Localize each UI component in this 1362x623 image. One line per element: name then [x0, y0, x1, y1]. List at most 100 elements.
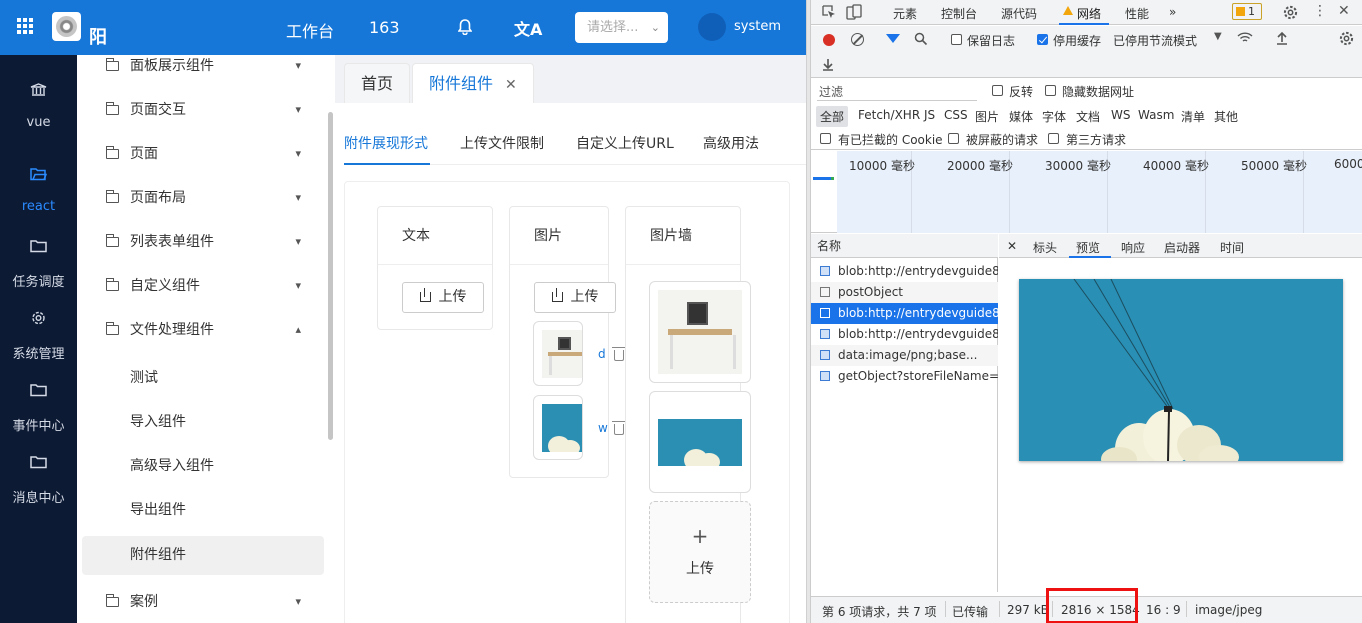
type-manifest[interactable]: 清单	[1181, 108, 1205, 125]
username[interactable]: system	[734, 19, 781, 34]
type-css[interactable]: CSS	[944, 108, 968, 122]
network-overview-timeline[interactable]: 10000 毫秒 20000 毫秒 30000 毫秒 40000 毫秒 5000…	[811, 151, 1362, 233]
delete-icon[interactable]	[612, 347, 625, 361]
settings-gear-icon[interactable]	[1283, 5, 1298, 20]
nav-item-task-scheduling[interactable]: 任务调度	[0, 225, 77, 295]
request-row[interactable]: blob:http://entrydevguide8...	[811, 324, 998, 345]
inspect-icon[interactable]	[822, 5, 836, 19]
image-thumbnail[interactable]	[533, 395, 583, 460]
avatar[interactable]	[698, 13, 726, 41]
wall-thumbnail[interactable]	[649, 391, 751, 493]
network-settings-icon[interactable]	[1339, 31, 1354, 46]
file-name-link[interactable]: d	[598, 347, 606, 361]
disable-cache-checkbox[interactable]	[1037, 34, 1048, 45]
request-row-selected[interactable]: blob:http://entrydevguide8...	[811, 303, 998, 324]
detail-tab-initiator[interactable]: 启动器	[1164, 239, 1200, 256]
file-name-link[interactable]: w	[598, 421, 608, 435]
devtools-tab-sources[interactable]: 源代码	[1001, 5, 1037, 22]
submenu-page-layout[interactable]: 页面布局 ▾	[82, 180, 324, 216]
type-doc[interactable]: 文档	[1076, 108, 1100, 125]
language-select[interactable]: 请选择... ⌄	[575, 12, 668, 43]
search-icon[interactable]	[914, 32, 928, 46]
detail-tab-timing[interactable]: 时间	[1220, 239, 1244, 256]
close-icon[interactable]: ✕	[505, 77, 517, 93]
request-row[interactable]: data:image/png;base...	[811, 345, 998, 366]
invert-checkbox[interactable]	[992, 85, 1003, 96]
filter-icon[interactable]	[886, 34, 900, 43]
filter-input[interactable]: 过滤	[817, 82, 977, 101]
nav-item-vue[interactable]: vue	[0, 69, 77, 139]
submenu-list-form[interactable]: 列表表单组件 ▾	[82, 224, 324, 260]
submenu-cases[interactable]: 案例 ▾	[82, 584, 324, 620]
submenu-custom[interactable]: 自定义组件 ▾	[82, 268, 324, 304]
submenu-file-processing[interactable]: 文件处理组件 ▴	[82, 312, 324, 348]
export-har-icon[interactable]	[822, 57, 834, 71]
tab-home[interactable]: 首页	[344, 63, 411, 103]
submenu-test[interactable]: 测试	[82, 360, 324, 396]
detail-tab-response[interactable]: 响应	[1121, 239, 1145, 256]
nav-item-message-center[interactable]: 消息中心	[0, 441, 77, 511]
type-wasm[interactable]: Wasm	[1138, 108, 1174, 122]
column-header-name[interactable]: 名称	[811, 234, 998, 258]
type-media[interactable]: 媒体	[1009, 108, 1033, 125]
upload-button[interactable]: 上传	[534, 282, 616, 313]
workbench-link[interactable]: 工作台	[286, 18, 334, 42]
count-link[interactable]: 163	[369, 18, 400, 37]
close-devtools-icon[interactable]: ✕	[1338, 3, 1350, 19]
preserve-log-checkbox[interactable]	[951, 34, 962, 45]
bell-icon[interactable]	[458, 19, 472, 35]
third-party-checkbox[interactable]	[1048, 133, 1059, 144]
type-all[interactable]: 全部	[816, 106, 849, 127]
delete-icon[interactable]	[612, 421, 625, 435]
translate-icon[interactable]: 文A	[514, 16, 542, 40]
type-fetch-xhr[interactable]: Fetch/XHR	[858, 108, 920, 122]
issues-badge[interactable]: 1	[1232, 3, 1262, 20]
detail-tab-preview[interactable]: 预览	[1076, 239, 1100, 256]
import-har-icon[interactable]	[1276, 31, 1288, 45]
tab-upload-limits[interactable]: 上传文件限制	[460, 133, 544, 153]
type-font[interactable]: 字体	[1042, 108, 1066, 125]
tab-advanced[interactable]: 高级用法	[703, 133, 759, 153]
more-tabs-button[interactable]: »	[1169, 5, 1176, 19]
wall-thumbnail[interactable]	[649, 281, 751, 383]
submenu-scrollbar[interactable]	[328, 112, 333, 440]
submenu-import[interactable]: 导入组件	[82, 404, 324, 440]
close-detail-icon[interactable]: ✕	[1007, 239, 1017, 253]
submenu-export[interactable]: 导出组件	[82, 492, 324, 528]
throttle-select[interactable]: 已停用节流模式	[1113, 32, 1197, 49]
tab-custom-url[interactable]: 自定义上传URL	[576, 133, 674, 153]
kebab-menu-icon[interactable]: ⋮	[1313, 3, 1327, 19]
devtools-tab-elements[interactable]: 元素	[893, 5, 917, 22]
submenu-attachment[interactable]: 附件组件	[82, 536, 324, 575]
device-toggle-icon[interactable]	[846, 4, 862, 20]
nav-item-react[interactable]: react	[0, 153, 77, 223]
tab-display-mode[interactable]: 附件展现形式	[344, 133, 428, 153]
type-img[interactable]: 图片	[975, 108, 999, 125]
apps-grid-icon[interactable]	[17, 18, 33, 34]
submenu-panel-display[interactable]: 面板展示组件 ▾	[82, 55, 324, 84]
submenu-page-interaction[interactable]: 页面交互 ▾	[82, 92, 324, 128]
submenu-page[interactable]: 页面 ▾	[82, 136, 324, 172]
clear-icon[interactable]	[851, 33, 864, 46]
type-ws[interactable]: WS	[1111, 108, 1130, 122]
request-row[interactable]: blob:http://entrydevguide8...	[811, 261, 998, 282]
record-icon[interactable]	[823, 34, 835, 46]
chevron-down-icon[interactable]: ▼	[1214, 31, 1222, 42]
nav-item-event-center[interactable]: 事件中心	[0, 369, 77, 439]
request-row[interactable]: postObject	[811, 282, 998, 303]
request-row[interactable]: getObject?storeFileName=...	[811, 366, 998, 387]
upload-button[interactable]: 上传	[402, 282, 484, 313]
blocked-cookies-checkbox[interactable]	[820, 133, 831, 144]
submenu-advanced-import[interactable]: 高级导入组件	[82, 448, 324, 484]
type-js[interactable]: JS	[924, 108, 935, 122]
devtools-tab-performance[interactable]: 性能	[1125, 5, 1149, 22]
tab-attachment[interactable]: 附件组件 ✕	[412, 63, 534, 103]
devtools-tab-console[interactable]: 控制台	[941, 5, 977, 22]
image-thumbnail[interactable]	[533, 321, 583, 386]
type-other[interactable]: 其他	[1214, 108, 1238, 125]
network-conditions-icon[interactable]	[1237, 31, 1253, 45]
blocked-requests-checkbox[interactable]	[948, 133, 959, 144]
wall-upload-button[interactable]: + 上传	[649, 501, 751, 603]
devtools-tab-network[interactable]: 网络	[1077, 5, 1101, 22]
detail-tab-headers[interactable]: 标头	[1033, 239, 1057, 256]
